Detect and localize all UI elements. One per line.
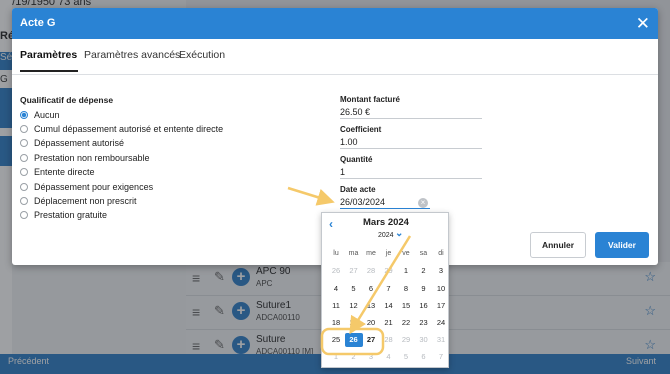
calendar-day[interactable]: 26 [344,333,363,347]
qualifier-label: Qualificatif de dépense [20,95,114,105]
calendar-day[interactable]: 29 [397,333,415,347]
radio-button[interactable] [20,183,28,191]
calendar-day[interactable]: 28 [380,333,398,347]
radio-cumul[interactable]: Cumul dépassement autorisé et entente di… [20,123,223,135]
radio-entente-directe[interactable]: Entente directe [20,166,95,178]
radio-prestation-non-remboursable[interactable]: Prestation non remboursable [20,152,150,164]
cancel-button[interactable]: Annuler [530,232,586,258]
radio-label: Aucun [34,110,60,120]
weekday-label: me [366,250,376,257]
radio-aucun[interactable]: Aucun [20,109,60,121]
calendar-day[interactable]: 2 [345,350,363,364]
radio-label: Entente directe [34,167,95,177]
radio-depassement-exigences[interactable]: Dépassement pour exigences [20,181,153,193]
calendar-day[interactable]: 6 [415,350,433,364]
calendar-day[interactable]: 28 [362,264,380,278]
calendar-day[interactable]: 14 [380,299,398,313]
calendar-day[interactable]: 3 [432,264,450,278]
calendar-day[interactable]: 31 [432,333,450,347]
calendar-day[interactable]: 7 [432,350,450,364]
tab-divider [12,74,658,75]
weekday-label: lu [333,250,339,257]
clear-date-icon[interactable]: × [418,198,428,208]
calendar-day[interactable]: 15 [397,299,415,313]
calendar-day[interactable]: 1 [397,264,415,278]
radio-button[interactable] [20,154,28,162]
radio-label: Prestation gratuite [34,210,108,220]
date-label: Date acte [340,185,376,194]
calendar-day[interactable]: 3 [362,350,380,364]
tab-parametres[interactable]: Paramètres [20,49,77,61]
calendar-day[interactable]: 7 [380,282,398,296]
radio-depassement-autorise[interactable]: Dépassement autorisé [20,137,124,149]
radio-label: Dépassement pour exigences [34,182,154,192]
calendar-day[interactable]: 27 [362,333,380,347]
radio-deplacement-non-prescrit[interactable]: Déplacement non prescrit [20,195,137,207]
calendar-day[interactable]: 1 [327,350,345,364]
weekday-label: ma [348,250,359,257]
weekday-label: je [385,250,392,257]
calendar-day[interactable]: 29 [380,264,398,278]
calendar-day[interactable]: 20 [362,316,380,330]
calendar-day[interactable]: 21 [380,316,398,330]
calendar-day[interactable]: 13 [362,299,380,313]
radio-button[interactable] [20,111,28,119]
calendar-day[interactable]: 11 [327,299,345,313]
active-tab-indicator [20,70,78,72]
calendar-day[interactable]: 9 [415,282,433,296]
calendar-day[interactable]: 12 [345,299,363,313]
radio-label: Déplacement non prescrit [34,196,137,206]
weekday-label: sa [419,250,428,257]
chevron-down-icon[interactable]: ⌄ [395,228,403,239]
quantite-label: Quantité [340,155,373,164]
calendar-day[interactable]: 5 [345,282,363,296]
radio-prestation-gratuite[interactable]: Prestation gratuite [20,209,107,221]
close-icon[interactable]: ✕ [636,14,650,34]
dialog-header: Acte G ✕ [12,8,658,39]
calendar-day[interactable]: 4 [380,350,398,364]
calendar-day[interactable]: 16 [415,299,433,313]
radio-button[interactable] [20,211,28,219]
calendar-day[interactable]: 4 [327,282,345,296]
month-title: Mars 2024 [363,217,409,228]
coefficient-label: Coefficient [340,125,382,134]
calendar-day[interactable]: 18 [327,316,345,330]
radio-label: Cumul dépassement autorisé et entente di… [34,124,224,134]
calendar-day[interactable]: 22 [397,316,415,330]
year-select[interactable]: 2024 [378,232,394,239]
calendar-day[interactable]: 25 [327,333,345,347]
radio-label: Prestation non remboursable [34,153,150,163]
radio-button[interactable] [20,139,28,147]
date-input[interactable]: 26/03/2024 [340,196,430,209]
calendar-day[interactable]: 30 [415,333,433,347]
date-picker: ‹ Mars 2024 2024 ⌄ lu ma me je ve sa di 26 27 28 2… [321,212,449,368]
radio-button[interactable] [20,125,28,133]
montant-label: Montant facturé [340,95,400,104]
montant-input[interactable]: 26.50 € [340,106,482,119]
weekday-label: ve [402,250,410,257]
calendar-day[interactable]: 23 [415,316,433,330]
calendar-day[interactable]: 5 [397,350,415,364]
calendar-day[interactable]: 19 [345,316,363,330]
radio-label: Dépassement autorisé [34,138,125,148]
quantite-input[interactable]: 1 [340,166,482,179]
calendar-day[interactable]: 27 [345,264,363,278]
calendar-day[interactable]: 26 [327,264,345,278]
tab-parametres-avances[interactable]: Paramètres avancés [84,49,180,61]
calendar-day[interactable]: 24 [432,316,450,330]
radio-button[interactable] [20,197,28,205]
validate-button[interactable]: Valider [595,232,649,258]
dialog-title: Acte G [20,17,56,29]
calendar-day[interactable]: 17 [432,299,450,313]
tab-execution[interactable]: Exécution [179,49,225,61]
calendar-day[interactable]: 8 [397,282,415,296]
radio-button[interactable] [20,168,28,176]
weekday-label: di [438,250,444,257]
coefficient-input[interactable]: 1.00 [340,136,482,149]
calendar-day[interactable]: 2 [415,264,433,278]
calendar-day[interactable]: 10 [432,282,450,296]
calendar-day[interactable]: 6 [362,282,380,296]
